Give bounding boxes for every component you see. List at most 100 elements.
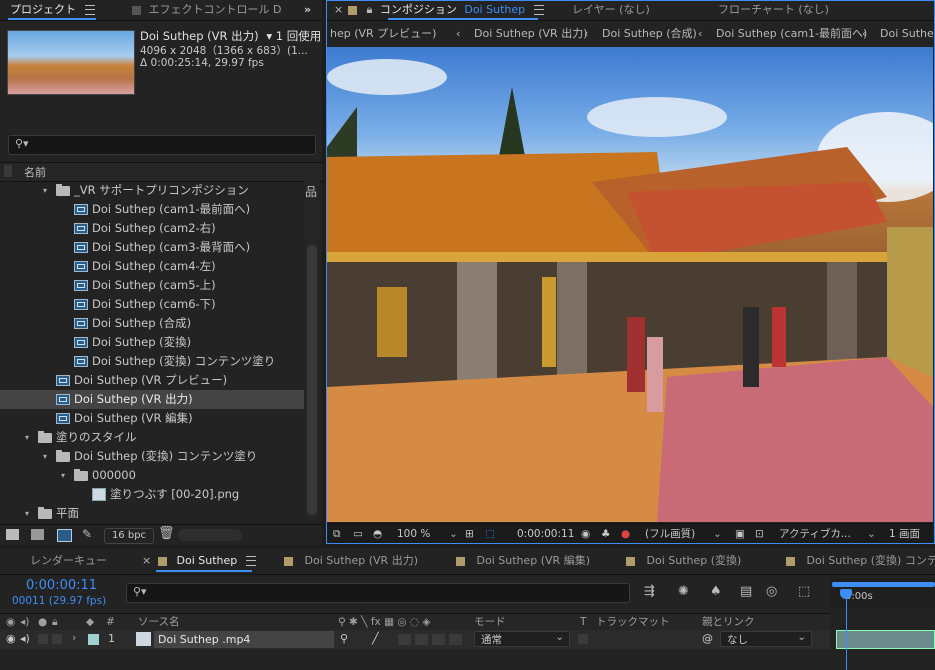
expand-tabs-icon[interactable]: » (304, 0, 311, 20)
tab-flowchart[interactable]: フローチャート (なし) (718, 0, 829, 20)
shy-switch-icon[interactable]: ⚲ (340, 632, 348, 645)
audio-icon[interactable]: ◂) (20, 614, 29, 630)
tab-timeline-convert[interactable]: Doi Suthep (変換) (626, 551, 741, 571)
list-item[interactable]: ▾ 000000 (0, 466, 304, 485)
switches-header[interactable]: ⚲ ✱ ╲ fx ▦ ◎ ◌ ◈ (338, 614, 430, 630)
list-item[interactable]: Doi Suthep (cam6-下) (0, 295, 304, 314)
tab-composition[interactable]: 🔒︎ コンポジション Doi Suthep (348, 0, 544, 20)
table-row[interactable]: ◉ ◂) › 1 Doi Suthep .mp4 ⚲ ╱ 通常 @ なし (0, 629, 830, 649)
layer-label-color[interactable] (88, 634, 99, 645)
list-item[interactable]: ▾ Doi Suthep (変換) コンテンツ塗り (0, 447, 304, 466)
label-tag-icon[interactable]: ◆ (86, 614, 94, 630)
list-item[interactable]: Doi Suthep (cam4-左) (0, 257, 304, 276)
timeline-current-time[interactable]: 0:00:00:11 (26, 578, 97, 593)
close-tab-icon[interactable]: × (334, 0, 343, 20)
layer-audio-icon[interactable]: ◂) (20, 632, 30, 645)
mode-header[interactable]: モード (474, 614, 506, 630)
project-scrollbar-thumb[interactable] (307, 245, 317, 515)
display-icon[interactable]: ▭ (353, 524, 363, 544)
flowchart-icon[interactable]: 品 (305, 183, 317, 200)
layer-number-header[interactable]: # (106, 614, 115, 630)
list-item[interactable]: Doi Suthep (VR プレビュー) (0, 371, 304, 390)
breadcrumb-item[interactable]: hep (VR プレビュー) (330, 23, 436, 45)
lock-icon[interactable]: 🔒︎ (367, 3, 373, 16)
layer-lock-toggle[interactable] (52, 634, 62, 644)
frame-blending-icon[interactable]: ▤ (740, 584, 752, 599)
list-item[interactable]: ▾ _VR サポートプリコンポジション (0, 181, 304, 200)
chevron-down-icon[interactable]: ⌄ (713, 524, 722, 544)
color-channel-icon[interactable]: ● (621, 524, 630, 544)
eye-icon[interactable]: ◉ (6, 614, 15, 630)
region-of-interest-icon[interactable]: ⧉ (333, 524, 341, 544)
list-item[interactable]: Doi Suthep (VR 出力) (0, 390, 304, 409)
project-zoom-slider[interactable] (178, 529, 242, 541)
breadcrumb-item[interactable]: Doi Suthep (cam1-最前面へ) (716, 23, 867, 45)
project-settings-icon[interactable]: ✎ (82, 527, 92, 541)
list-item[interactable]: Doi Suthep (VR 編集) (0, 409, 304, 428)
tab-timeline-vr-edit[interactable]: Doi Suthep (VR 編集) (456, 551, 590, 571)
transparency-grid-icon[interactable]: ⬚ (485, 524, 495, 544)
layer-parent-select[interactable]: なし (720, 629, 812, 647)
shy-layers-icon[interactable]: ♠ (710, 584, 722, 599)
chevron-down-icon[interactable]: ▾ (22, 504, 32, 523)
tab-timeline-vr-output[interactable]: Doi Suthep (VR 出力) (284, 551, 418, 571)
panel-menu-icon[interactable] (245, 556, 256, 566)
composition-viewer[interactable] (327, 47, 933, 522)
chevron-down-icon[interactable]: ▾ (58, 466, 68, 485)
solo-icon[interactable]: ● (38, 614, 47, 630)
list-item[interactable]: 塗りつぶす [00-20].png (0, 485, 304, 504)
graph-editor-icon[interactable]: ⬚ (798, 584, 810, 599)
list-item[interactable]: Doi Suthep (変換) コンテンツ塗り (0, 352, 304, 371)
chevron-down-icon[interactable]: ▾ (40, 181, 50, 200)
tab-effect-controls[interactable]: エフェクトコントロール D (132, 0, 281, 20)
source-name-header[interactable]: ソース名 (138, 614, 179, 630)
layer-switch-boxes[interactable] (398, 634, 466, 645)
chevron-right-icon[interactable]: › (72, 631, 76, 644)
bpc-button[interactable]: 16 bpc (104, 528, 154, 544)
tab-render-queue[interactable]: レンダーキュー (30, 551, 107, 571)
layer-visibility-icon[interactable]: ◉ (6, 632, 16, 645)
vr-headset-icon[interactable]: ◓ (373, 524, 382, 544)
layer-source-name[interactable]: Doi Suthep .mp4 (154, 631, 334, 648)
panel-menu-icon[interactable] (84, 5, 95, 15)
list-item[interactable]: ▾ 平面 (0, 504, 304, 523)
comp-mini-flowchart-icon[interactable]: ⇶ (644, 584, 655, 599)
list-item[interactable]: Doi Suthep (変換) (0, 333, 304, 352)
chevron-down-icon[interactable]: ⌄ (867, 524, 876, 544)
camera-select[interactable]: アクティブカ... (779, 524, 851, 544)
track-matte-header[interactable]: トラックマット (596, 614, 670, 630)
quality-switch-icon[interactable]: ╱ (372, 632, 379, 645)
interpret-footage-icon[interactable] (6, 529, 19, 540)
current-time[interactable]: 0:00:00:11 (517, 524, 574, 544)
lock-icon[interactable]: 🔒︎ (52, 614, 58, 630)
grid-guide-icon[interactable]: ⊞ (465, 524, 474, 544)
chevron-down-icon[interactable]: ⌄ (449, 524, 458, 544)
show-snapshot-icon[interactable]: ♣ (601, 524, 610, 544)
list-item[interactable]: ▾ 塗りのスタイル (0, 428, 304, 447)
layer-solo-toggle[interactable] (38, 634, 48, 644)
timeline-search-input[interactable]: ⚲▾ (126, 583, 630, 603)
breadcrumb-item[interactable]: Doi Suthep (VR 出力) (474, 23, 588, 45)
trash-icon[interactable]: 🗑 (158, 526, 175, 541)
project-search-input[interactable]: ⚲▾ (8, 135, 316, 155)
tab-timeline-convert-fill[interactable]: Doi Suthep (変換) コンテンツ (786, 551, 935, 571)
fast-preview-icon[interactable]: ▣ (735, 524, 745, 544)
list-item[interactable]: Doi Suthep (cam3-最背面へ) (0, 238, 304, 257)
panel-menu-icon[interactable] (533, 5, 544, 15)
chevron-down-icon[interactable]: ▾ (22, 428, 32, 447)
breadcrumb-item[interactable]: Doi Suthep (合成) (602, 23, 697, 45)
item-usage[interactable]: ▾ 1 回使用 (266, 29, 321, 43)
motion-blur-icon[interactable]: ◎ (766, 584, 777, 599)
breadcrumb-item[interactable]: Doi Suthep (880, 23, 935, 45)
draft-3d-icon[interactable]: ✺ (678, 584, 689, 599)
layer-duration-bar[interactable] (836, 630, 935, 649)
toggle-mask-icon[interactable]: ⊡ (755, 524, 764, 544)
name-column-header[interactable]: 名前 (24, 164, 46, 180)
work-area-bar[interactable] (832, 582, 935, 587)
layer-mode-select[interactable]: 通常 (474, 629, 570, 647)
camera-snapshot-icon[interactable]: ◉ (581, 524, 590, 544)
tab-project[interactable]: プロジェクト (10, 0, 95, 20)
list-item[interactable]: Doi Suthep (合成) (0, 314, 304, 333)
zoom-value[interactable]: 100 % (397, 524, 430, 544)
playhead-line[interactable] (846, 590, 847, 670)
